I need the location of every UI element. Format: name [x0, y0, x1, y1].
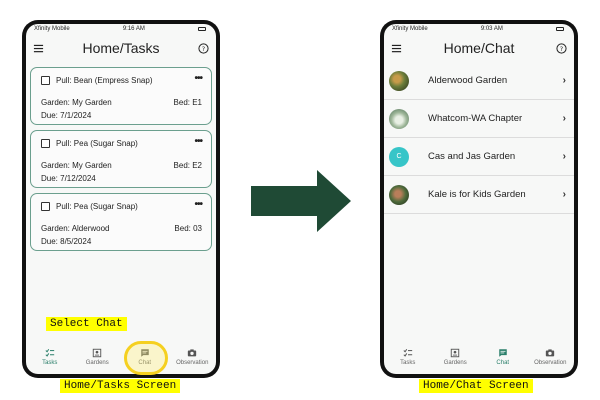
task-bed: Bed: E1	[173, 98, 202, 107]
nav-chat[interactable]: Chat	[483, 348, 523, 366]
svg-text:?: ?	[202, 44, 205, 52]
nav-observation[interactable]: Observation	[172, 348, 212, 366]
task-checkbox[interactable]	[41, 202, 50, 211]
task-card[interactable]: Pull: Pea (Sugar Snap) ••• Garden: My Ga…	[30, 130, 212, 188]
camera-icon	[546, 349, 555, 357]
chat-name: Whatcom-WA Chapter	[428, 113, 523, 124]
chevron-right-icon: ›	[562, 189, 566, 200]
chat-screen: Xfinity Mobile 9:03 AM Home/Chat ? Alder…	[384, 24, 574, 374]
chat-name: Alderwood Garden	[428, 75, 508, 86]
nav-observation[interactable]: Observation	[530, 348, 570, 366]
nav-label: Observation	[176, 360, 209, 366]
menu-icon[interactable]	[33, 43, 44, 54]
chat-name: Kale is for Kids Garden	[428, 189, 526, 200]
chat-phone: Xfinity Mobile 9:03 AM Home/Chat ? Alder…	[380, 20, 578, 378]
bottom-nav: Tasks Gardens Chat Observation	[384, 344, 574, 374]
chevron-right-icon: ›	[562, 151, 566, 162]
task-due: Due: 7/12/2024	[41, 174, 96, 183]
help-icon[interactable]: ?	[556, 42, 567, 54]
chevron-right-icon: ›	[562, 75, 566, 86]
nav-label: Observation	[534, 360, 567, 366]
carrier-label: Xfinity Mobile	[34, 26, 70, 32]
avatar	[389, 108, 409, 129]
task-garden: Garden: My Garden	[41, 98, 112, 107]
svg-text:?: ?	[560, 44, 563, 52]
status-bar: Xfinity Mobile 9:16 AM	[26, 24, 216, 34]
nav-tasks[interactable]: Tasks	[30, 348, 70, 366]
chat-row[interactable]: Whatcom-WA Chapter ›	[384, 100, 574, 138]
avatar	[389, 184, 409, 205]
task-title: Pull: Bean (Empress Snap)	[56, 76, 153, 85]
transition-arrow-icon	[251, 170, 351, 232]
chat-screen-caption: Home/Chat Screen	[419, 379, 533, 393]
chat-row[interactable]: Alderwood Garden ›	[384, 62, 574, 100]
more-options-icon[interactable]: •••	[194, 136, 202, 147]
battery-icon	[197, 27, 206, 31]
checklist-icon	[45, 348, 54, 357]
status-bar: Xfinity Mobile 9:03 AM	[384, 24, 574, 34]
task-title: Pull: Pea (Sugar Snap)	[56, 139, 138, 148]
task-card[interactable]: Pull: Bean (Empress Snap) ••• Garden: My…	[30, 67, 212, 125]
task-card[interactable]: Pull: Pea (Sugar Snap) ••• Garden: Alder…	[30, 193, 212, 251]
help-icon[interactable]: ?	[198, 42, 209, 54]
nav-label: Gardens	[85, 360, 109, 366]
garden-icon	[451, 348, 460, 358]
nav-label: Tasks	[400, 360, 416, 366]
checklist-icon	[403, 348, 412, 357]
garden-icon	[93, 348, 102, 358]
avatar: C	[389, 146, 409, 167]
task-due: Due: 8/5/2024	[41, 237, 92, 246]
page-title: Home/Chat	[443, 40, 515, 56]
task-bed: Bed: E2	[173, 161, 202, 170]
camera-icon	[188, 349, 197, 357]
battery-icon	[555, 27, 564, 31]
more-options-icon[interactable]: •••	[194, 199, 202, 210]
nav-label: Tasks	[42, 360, 58, 366]
task-due: Due: 7/1/2024	[41, 111, 92, 120]
task-garden: Garden: My Garden	[41, 161, 112, 170]
task-checkbox[interactable]	[41, 76, 50, 85]
task-garden: Garden: Alderwood	[41, 224, 110, 233]
menu-icon[interactable]	[391, 43, 402, 54]
bottom-nav: Tasks Gardens Chat Observation	[26, 344, 216, 374]
app-bar: Home/Tasks ?	[26, 34, 216, 62]
clock: 9:03 AM	[480, 26, 503, 32]
tasks-screen-caption: Home/Tasks Screen	[60, 379, 181, 393]
more-options-icon[interactable]: •••	[194, 73, 202, 84]
task-title: Pull: Pea (Sugar Snap)	[56, 202, 138, 211]
chat-row[interactable]: Kale is for Kids Garden ›	[384, 176, 574, 214]
avatar	[389, 70, 409, 91]
chat-name: Cas and Jas Garden	[428, 151, 516, 162]
nav-gardens[interactable]: Gardens	[77, 348, 117, 366]
nav-label: Chat	[496, 360, 510, 366]
chat-list: Alderwood Garden › Whatcom-WA Chapter › …	[384, 62, 574, 214]
select-chat-annotation: Select Chat	[46, 317, 127, 331]
chevron-right-icon: ›	[562, 113, 566, 124]
task-bed: Bed: 03	[174, 224, 202, 233]
nav-tasks[interactable]: Tasks	[388, 348, 428, 366]
chat-row[interactable]: C Cas and Jas Garden ›	[384, 138, 574, 176]
page-title: Home/Tasks	[82, 40, 160, 56]
nav-label: Gardens	[443, 360, 467, 366]
nav-gardens[interactable]: Gardens	[435, 348, 475, 366]
chat-icon	[499, 349, 507, 357]
chat-highlight-ring	[124, 341, 168, 375]
carrier-label: Xfinity Mobile	[392, 26, 428, 32]
app-bar: Home/Chat ?	[384, 34, 574, 62]
task-checkbox[interactable]	[41, 139, 50, 148]
clock: 9:16 AM	[122, 26, 145, 32]
